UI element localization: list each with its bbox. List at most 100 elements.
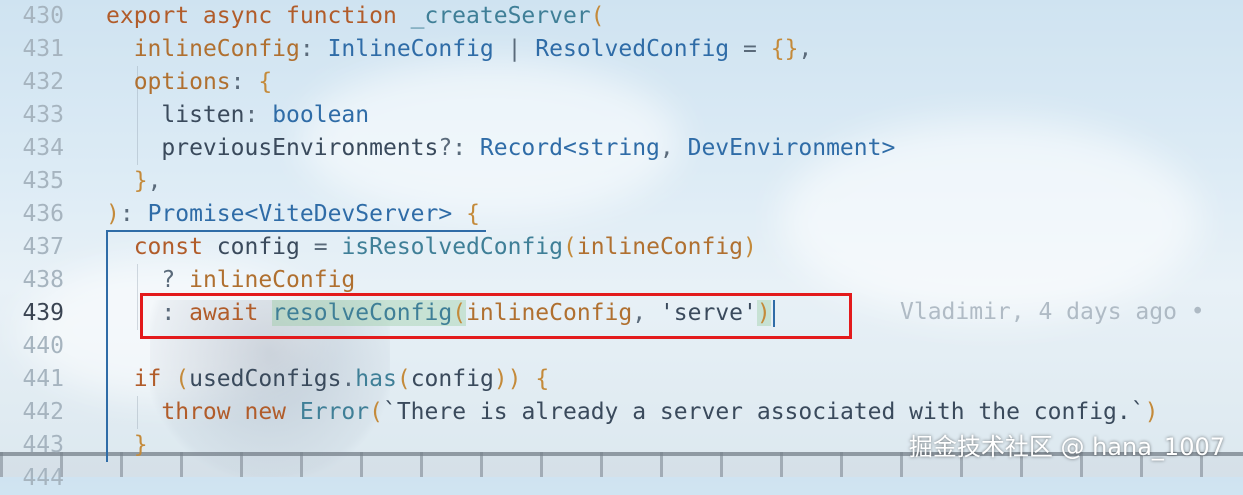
code-line[interactable]: 442 throw new Error(`There is already a … bbox=[0, 396, 1243, 429]
line-number: 433 bbox=[22, 102, 64, 128]
code-token: ( bbox=[175, 366, 190, 392]
code-text[interactable]: ): Promise<ViteDevServer> { bbox=[106, 198, 480, 231]
code-token: ( bbox=[590, 3, 605, 29]
line-number: 440 bbox=[22, 333, 64, 359]
line-number: 438 bbox=[22, 267, 64, 293]
code-token: const bbox=[133, 234, 217, 260]
code-token: usedConfigs bbox=[189, 366, 342, 392]
code-editor[interactable]: 430 export async function _createServer(4… bbox=[0, 0, 1243, 491]
code-text[interactable]: throw new Error(`There is already a serv… bbox=[106, 396, 1158, 429]
line-number: 443 bbox=[22, 432, 64, 458]
code-text[interactable]: if (usedConfigs.has(config)) { bbox=[106, 363, 550, 396]
code-text[interactable]: listen: boolean bbox=[106, 99, 369, 132]
code-token: : bbox=[230, 69, 259, 95]
highlight-box bbox=[140, 293, 852, 339]
code-text[interactable]: options: { bbox=[106, 66, 273, 99]
code-token: Promise<ViteDevServer> bbox=[147, 201, 453, 227]
code-token: : bbox=[244, 102, 273, 128]
line-number: 436 bbox=[22, 201, 64, 227]
line-number: 441 bbox=[22, 366, 64, 392]
code-token: previousEnvironments bbox=[161, 135, 439, 161]
code-token: : bbox=[299, 36, 328, 62]
code-token: config bbox=[216, 234, 300, 260]
code-token: } bbox=[133, 168, 148, 194]
code-token: config bbox=[410, 366, 494, 392]
code-line[interactable]: 430 export async function _createServer( bbox=[0, 0, 1243, 33]
code-text[interactable]: }, bbox=[106, 165, 162, 198]
line-number: 444 bbox=[22, 465, 64, 491]
line-number: 439 bbox=[22, 300, 64, 326]
code-token: {} bbox=[770, 36, 799, 62]
code-token: ( bbox=[396, 366, 411, 392]
code-token: = bbox=[729, 36, 771, 62]
code-token: inlineConfig bbox=[576, 234, 744, 260]
code-token: : bbox=[119, 201, 148, 227]
code-text[interactable]: } bbox=[106, 429, 148, 462]
code-line[interactable]: 434 previousEnvironments?: Record<string… bbox=[0, 132, 1243, 165]
code-token: export async function bbox=[106, 3, 411, 29]
line-number: 431 bbox=[22, 36, 64, 62]
code-token: Record<string bbox=[479, 135, 660, 161]
code-line[interactable]: 435 }, bbox=[0, 165, 1243, 198]
code-token: boolean bbox=[272, 102, 370, 128]
line-number: 432 bbox=[22, 69, 64, 95]
code-line[interactable]: 437 const config = isResolvedConfig(inli… bbox=[0, 231, 1243, 264]
code-token: | bbox=[493, 36, 536, 62]
code-line[interactable]: 441 if (usedConfigs.has(config)) { bbox=[0, 363, 1243, 396]
code-line[interactable]: 433 listen: boolean bbox=[0, 99, 1243, 132]
code-token: ? bbox=[161, 267, 190, 293]
code-token: { bbox=[535, 366, 550, 392]
code-token: listen bbox=[161, 102, 245, 128]
code-token: ) bbox=[743, 234, 757, 260]
code-token: `There is already a server associated wi… bbox=[382, 399, 1145, 425]
code-text[interactable]: previousEnvironments?: Record<string, De… bbox=[106, 132, 895, 165]
code-text[interactable]: const config = isResolvedConfig(inlineCo… bbox=[106, 231, 757, 264]
code-token: ) bbox=[106, 201, 120, 227]
code-token: if bbox=[133, 366, 176, 392]
code-token: Error bbox=[299, 399, 370, 425]
code-token: _createServer bbox=[410, 3, 591, 29]
line-number: 435 bbox=[22, 168, 64, 194]
code-token: inlineConfig bbox=[133, 36, 300, 62]
code-token: )) bbox=[493, 366, 522, 392]
line-number: 437 bbox=[22, 234, 64, 260]
code-text[interactable]: export async function _createServer( bbox=[106, 0, 605, 33]
code-token: DevEnvironment> bbox=[687, 135, 896, 161]
code-token: , bbox=[147, 168, 162, 194]
code-token: { bbox=[466, 201, 480, 227]
line-number: 430 bbox=[22, 3, 64, 29]
code-token: options bbox=[133, 69, 231, 95]
code-line[interactable]: 432 options: { bbox=[0, 66, 1243, 99]
code-token: , bbox=[798, 36, 813, 62]
code-token: InlineConfig bbox=[327, 36, 494, 62]
code-line[interactable]: 444 bbox=[0, 462, 1243, 495]
line-number: 442 bbox=[22, 399, 64, 425]
code-token: ) bbox=[1144, 399, 1159, 425]
code-token: inlineConfig bbox=[189, 267, 356, 293]
code-token: . bbox=[341, 366, 356, 392]
git-blame-annotation: Vladimir, 4 days ago • bbox=[900, 299, 1205, 325]
code-token: = bbox=[299, 234, 342, 260]
code-line[interactable]: 436): Promise<ViteDevServer> { bbox=[0, 198, 1243, 231]
code-token: { bbox=[258, 69, 273, 95]
code-token: ?: bbox=[438, 135, 480, 161]
code-token: ( bbox=[563, 234, 577, 260]
code-token: , bbox=[659, 135, 688, 161]
code-line[interactable]: 431 inlineConfig: InlineConfig | Resolve… bbox=[0, 33, 1243, 66]
code-token: } bbox=[133, 432, 148, 458]
code-token: ResolvedConfig bbox=[535, 36, 730, 62]
line-number: 434 bbox=[22, 135, 64, 161]
code-text[interactable]: inlineConfig: InlineConfig | ResolvedCon… bbox=[106, 33, 813, 66]
